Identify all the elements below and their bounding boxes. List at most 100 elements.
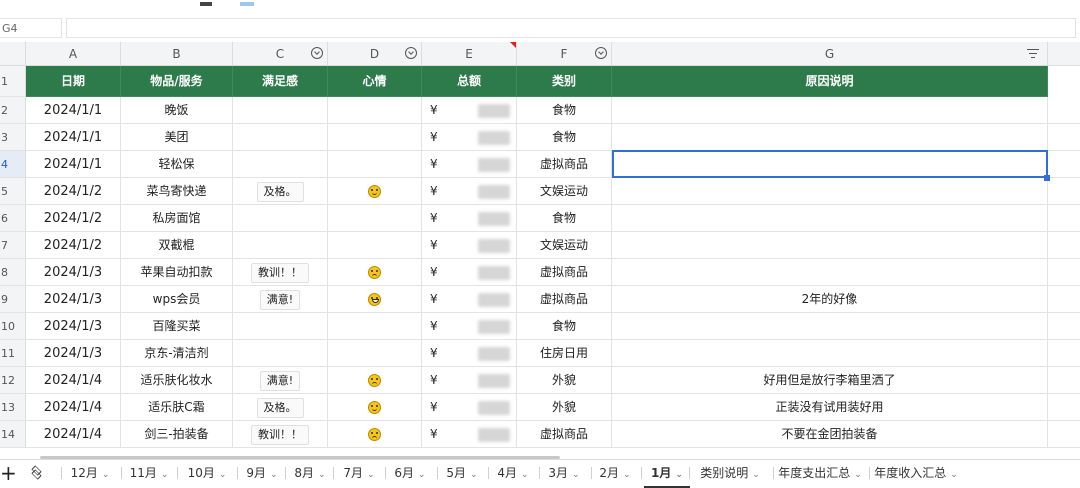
- cell-category[interactable]: 文娱运动: [517, 232, 612, 259]
- sheet-tab-5[interactable]: 7月 ⌄: [336, 460, 382, 486]
- cell-satisfaction[interactable]: 教训！！: [233, 259, 328, 286]
- cell-reason[interactable]: [612, 97, 1048, 124]
- cell-mood[interactable]: [328, 313, 422, 340]
- header-amount[interactable]: 总额: [422, 66, 517, 97]
- chevron-down-icon[interactable]: ⌄: [675, 462, 683, 488]
- cell-category[interactable]: 文娱运动: [517, 178, 612, 205]
- cell-reason[interactable]: [612, 178, 1048, 205]
- cell-category[interactable]: 食物: [517, 313, 612, 340]
- cell-date[interactable]: 2024/1/1: [26, 151, 121, 178]
- cell-mood[interactable]: [328, 151, 422, 178]
- chevron-down-icon[interactable]: ⌄: [623, 462, 631, 488]
- cell-empty[interactable]: [1048, 394, 1080, 421]
- cell-date[interactable]: 2024/1/3: [26, 286, 121, 313]
- cell-mood[interactable]: [328, 421, 422, 448]
- sheet-list-icon[interactable]: [30, 465, 46, 480]
- header-mood[interactable]: 心情: [328, 66, 422, 97]
- cell-date[interactable]: 2024/1/1: [26, 124, 121, 151]
- row-number[interactable]: 8: [0, 259, 26, 286]
- cell-satisfaction[interactable]: 教训！！: [233, 421, 328, 448]
- fill-handle[interactable]: [1044, 175, 1050, 181]
- cell-item[interactable]: 双截棍: [121, 232, 233, 259]
- toolbar-icon[interactable]: [200, 2, 212, 6]
- cell-item[interactable]: 苹果自动扣款: [121, 259, 233, 286]
- cell-empty[interactable]: [1048, 286, 1080, 313]
- cell-category[interactable]: 虚拟商品: [517, 151, 612, 178]
- sheet-tab-4[interactable]: 8月 ⌄: [288, 460, 332, 486]
- sheet-tab-0[interactable]: 12月 ⌄: [64, 460, 116, 486]
- cell-empty[interactable]: [1048, 340, 1080, 367]
- cell-amount[interactable]: ¥: [422, 232, 517, 259]
- cell-mood[interactable]: [328, 259, 422, 286]
- chevron-down-icon[interactable]: ⌄: [521, 462, 529, 488]
- horizontal-scrollbar[interactable]: [40, 456, 560, 459]
- sheet-tab-3[interactable]: 9月 ⌄: [240, 460, 284, 486]
- cell-reason[interactable]: 正装没有试用装好用: [612, 394, 1048, 421]
- cell-empty[interactable]: [1048, 232, 1080, 259]
- cell-amount[interactable]: ¥: [422, 151, 517, 178]
- cell-amount[interactable]: ¥: [422, 313, 517, 340]
- header-reason[interactable]: 原因说明: [612, 66, 1048, 97]
- cell-satisfaction[interactable]: [233, 340, 328, 367]
- chevron-down-icon[interactable]: ⌄: [470, 462, 478, 488]
- cell-reason[interactable]: 2年的好像: [612, 286, 1048, 313]
- cell-empty[interactable]: [1048, 259, 1080, 286]
- cell-mood[interactable]: [328, 340, 422, 367]
- chevron-down-icon[interactable]: ⌄: [161, 462, 169, 488]
- cell-item[interactable]: 私房面馆: [121, 205, 233, 232]
- column-header-b[interactable]: B: [121, 42, 233, 66]
- cell-amount[interactable]: ¥: [422, 259, 517, 286]
- cell-empty[interactable]: [1048, 313, 1080, 340]
- cell-satisfaction[interactable]: [233, 124, 328, 151]
- select-all-corner[interactable]: [0, 42, 26, 66]
- cell-date[interactable]: 2024/1/3: [26, 313, 121, 340]
- cell-amount[interactable]: ¥: [422, 178, 517, 205]
- column-header-c[interactable]: C: [233, 42, 328, 66]
- cell-item[interactable]: 剑三-拍装备: [121, 421, 233, 448]
- cell-category[interactable]: 食物: [517, 124, 612, 151]
- cell-item[interactable]: 适乐肤化妆水: [121, 367, 233, 394]
- cell-reason[interactable]: [612, 151, 1048, 178]
- cell-amount[interactable]: ¥: [422, 340, 517, 367]
- column-header-f[interactable]: F: [517, 42, 612, 66]
- sheet-tab-8[interactable]: 4月 ⌄: [491, 460, 535, 486]
- cell-mood[interactable]: [328, 232, 422, 259]
- row-number[interactable]: 13: [0, 394, 26, 421]
- cell-satisfaction[interactable]: [233, 205, 328, 232]
- toolbar-icon[interactable]: [240, 2, 254, 6]
- cell-satisfaction[interactable]: 及格。: [233, 394, 328, 421]
- row-number[interactable]: 14: [0, 421, 26, 448]
- cell-reason[interactable]: [612, 340, 1048, 367]
- row-number[interactable]: 9: [0, 286, 26, 313]
- cell-reason[interactable]: 好用但是放行李箱里洒了: [612, 367, 1048, 394]
- cell-category[interactable]: 食物: [517, 97, 612, 124]
- cell-category[interactable]: 虚拟商品: [517, 421, 612, 448]
- filter-menu-icon[interactable]: [1027, 49, 1039, 59]
- cell-mood[interactable]: [328, 178, 422, 205]
- cell-empty[interactable]: [1048, 421, 1080, 448]
- row-number[interactable]: 5: [0, 178, 26, 205]
- cell-empty[interactable]: [1048, 367, 1080, 394]
- cell-amount[interactable]: ¥: [422, 286, 517, 313]
- cell-reason[interactable]: [612, 259, 1048, 286]
- column-header-d[interactable]: D: [328, 42, 422, 66]
- cell-satisfaction[interactable]: [233, 232, 328, 259]
- filter-dropdown-icon[interactable]: [405, 47, 417, 59]
- cell-mood[interactable]: [328, 394, 422, 421]
- cell-item[interactable]: 京东-清洁剂: [121, 340, 233, 367]
- chevron-down-icon[interactable]: ⌄: [950, 462, 958, 488]
- row-number[interactable]: 3: [0, 124, 26, 151]
- formula-input[interactable]: [66, 18, 1076, 38]
- cell-amount[interactable]: ¥: [422, 124, 517, 151]
- cell-satisfaction[interactable]: [233, 151, 328, 178]
- chevron-down-icon[interactable]: ⌄: [270, 462, 278, 488]
- header-item[interactable]: 物品/服务: [121, 66, 233, 97]
- sheet-tab-7[interactable]: 5月 ⌄: [440, 460, 484, 486]
- cell-satisfaction[interactable]: 及格。: [233, 178, 328, 205]
- cell-date[interactable]: 2024/1/3: [26, 259, 121, 286]
- sheet-tab-13[interactable]: 年度支出汇总 ⌄: [776, 460, 864, 486]
- cell-category[interactable]: 虚拟商品: [517, 286, 612, 313]
- cell-amount[interactable]: ¥: [422, 205, 517, 232]
- sheet-tab-1[interactable]: 11月 ⌄: [124, 460, 174, 486]
- cell-reason[interactable]: [612, 232, 1048, 259]
